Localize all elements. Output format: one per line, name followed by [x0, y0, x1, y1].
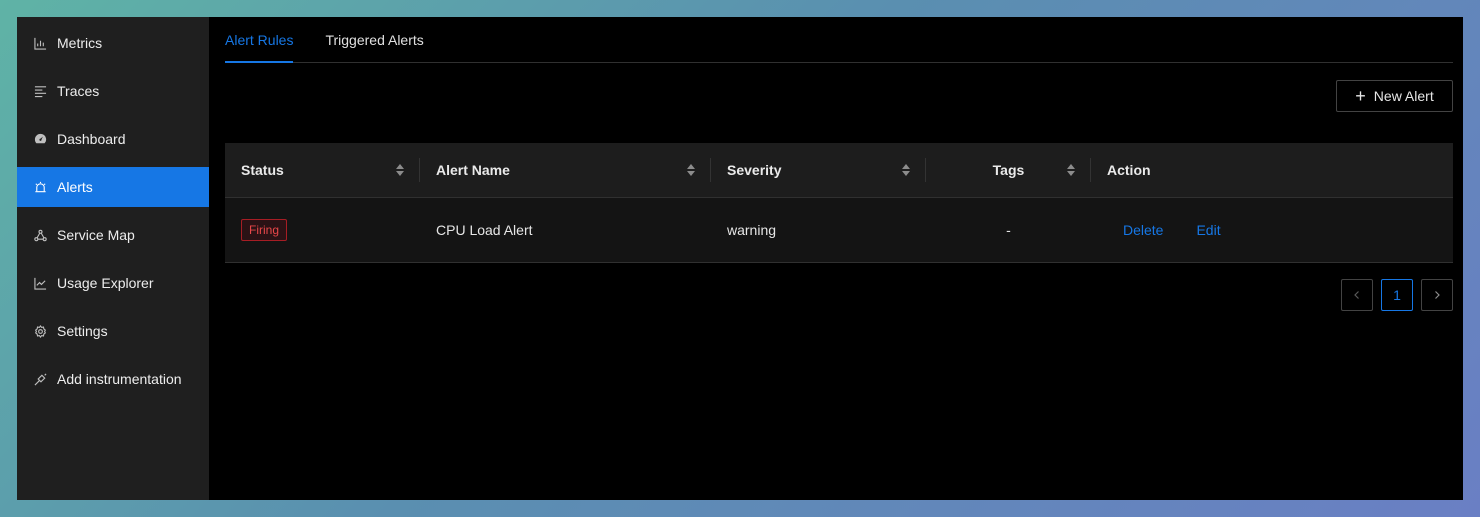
app-window: Metrics Traces Dashboard Alerts Service …	[17, 17, 1463, 500]
column-label: Alert Name	[436, 162, 510, 178]
sidebar-item-usage-explorer[interactable]: Usage Explorer	[17, 263, 209, 303]
list-icon	[33, 84, 47, 98]
tags-cell: -	[1006, 222, 1011, 238]
alarm-icon	[33, 180, 47, 194]
sidebar-item-label: Settings	[57, 323, 108, 339]
edit-link[interactable]: Edit	[1196, 222, 1220, 238]
new-alert-label: New Alert	[1373, 88, 1434, 104]
main-content: Alert Rules Triggered Alerts + New Alert…	[209, 17, 1463, 500]
api-icon	[33, 372, 47, 386]
page-number-button[interactable]: 1	[1381, 279, 1413, 311]
sidebar-item-label: Alerts	[57, 179, 93, 195]
alert-name-cell: CPU Load Alert	[436, 222, 533, 238]
sidebar-item-alerts[interactable]: Alerts	[17, 167, 209, 207]
next-page-button[interactable]	[1421, 279, 1453, 311]
sort-icon[interactable]	[1067, 164, 1075, 176]
sidebar-item-traces[interactable]: Traces	[17, 71, 209, 111]
column-header-status[interactable]: Status	[225, 143, 420, 197]
column-label: Tags	[992, 162, 1025, 178]
bar-chart-icon	[33, 36, 47, 50]
dashboard-icon	[33, 132, 47, 146]
sort-icon[interactable]	[902, 164, 910, 176]
column-label: Severity	[727, 162, 782, 178]
chevron-right-icon	[1435, 291, 1440, 299]
column-label: Status	[241, 162, 284, 178]
sidebar-item-service-map[interactable]: Service Map	[17, 215, 209, 255]
line-chart-icon	[33, 276, 47, 290]
action-cell: Delete Edit	[1091, 198, 1453, 262]
column-header-tags[interactable]: Tags	[926, 143, 1091, 197]
sidebar-item-settings[interactable]: Settings	[17, 311, 209, 351]
sidebar-item-label: Usage Explorer	[57, 275, 154, 291]
chevron-left-icon	[1354, 291, 1359, 299]
gear-icon	[33, 324, 47, 338]
table-row: Firing CPU Load Alert warning - Delete E…	[225, 198, 1453, 263]
sort-icon[interactable]	[687, 164, 695, 176]
column-header-severity[interactable]: Severity	[711, 143, 926, 197]
sidebar-item-label: Traces	[57, 83, 100, 99]
deployment-icon	[33, 228, 47, 242]
sort-icon[interactable]	[396, 164, 404, 176]
status-cell: Firing	[225, 198, 420, 262]
prev-page-button[interactable]	[1341, 279, 1373, 311]
tab-alert-rules[interactable]: Alert Rules	[225, 17, 294, 63]
delete-link[interactable]: Delete	[1123, 222, 1163, 238]
status-badge: Firing	[241, 219, 288, 241]
plus-icon: +	[1355, 86, 1366, 106]
severity-cell: warning	[727, 222, 777, 238]
toolbar: + New Alert	[225, 63, 1453, 143]
column-header-alert-name[interactable]: Alert Name	[420, 143, 711, 197]
sidebar-item-label: Service Map	[57, 227, 135, 243]
tab-triggered-alerts[interactable]: Triggered Alerts	[325, 17, 423, 62]
tab-bar: Alert Rules Triggered Alerts	[225, 17, 1453, 63]
pagination: 1	[1341, 279, 1453, 311]
column-header-action: Action	[1091, 143, 1453, 197]
new-alert-button[interactable]: + New Alert	[1336, 80, 1453, 112]
sidebar-item-label: Dashboard	[57, 131, 126, 147]
table-header: Status Alert Name Severity Tags Action	[225, 143, 1453, 198]
sidebar-item-add-instrumentation[interactable]: Add instrumentation	[17, 359, 209, 399]
sidebar-item-label: Add instrumentation	[57, 371, 182, 387]
sidebar-item-label: Metrics	[57, 35, 103, 51]
sidebar-item-metrics[interactable]: Metrics	[17, 23, 209, 63]
column-label: Action	[1107, 162, 1151, 178]
sidebar: Metrics Traces Dashboard Alerts Service …	[17, 17, 209, 500]
alert-rules-table: Status Alert Name Severity Tags Action F…	[225, 143, 1453, 263]
sidebar-item-dashboard[interactable]: Dashboard	[17, 119, 209, 159]
